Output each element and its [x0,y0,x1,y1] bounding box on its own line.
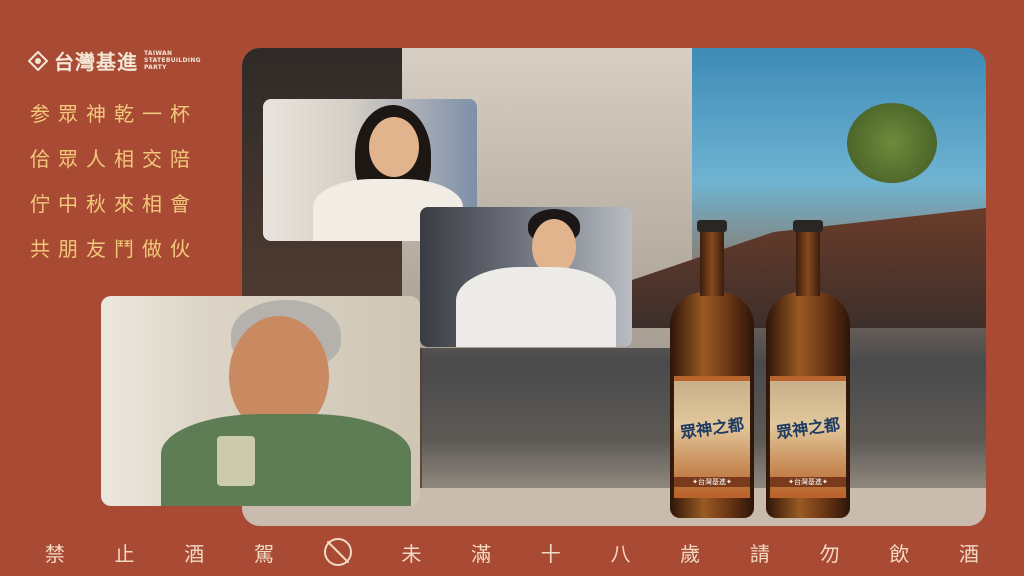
bottle-label: 眾神之都 ✦台灣基進✦ [674,376,750,498]
poem-line: 佮眾人相交陪 [30,147,198,171]
poem-line: 共朋友鬥做伙 [30,237,198,261]
poem-line: 佇中秋來相會 [30,192,198,216]
party-logo: 台灣基進 TAIWAN STATEBUILDING PARTY [28,46,201,75]
photo-elder-drinking [101,296,420,506]
drinking-glass [217,436,255,486]
bottle-label: 眾神之都 ✦台灣基進✦ [770,376,846,498]
photo-tree [847,103,937,183]
logo-title: 台灣基進 [54,50,138,74]
photo-man-glasses [420,207,632,347]
woman-face [369,117,419,177]
poem-block: 参眾神乾一杯 佮眾人相交陪 佇中秋來相會 共朋友鬥做伙 [30,92,198,272]
poem-line: 参眾神乾一杯 [30,102,198,126]
drinking-warning-footer: 禁 止 酒 駕 未 滿 十 八 歲 請 勿 飲 酒 [0,528,1024,576]
no-drinking-icon [323,538,352,566]
logo-subtitle: TAIWAN STATEBUILDING PARTY [144,50,201,71]
beer-bottle: 眾神之都 ✦台灣基進✦ [766,220,850,518]
beer-bottle: 眾神之都 ✦台灣基進✦ [670,220,754,518]
party-emblem-icon [28,50,48,71]
